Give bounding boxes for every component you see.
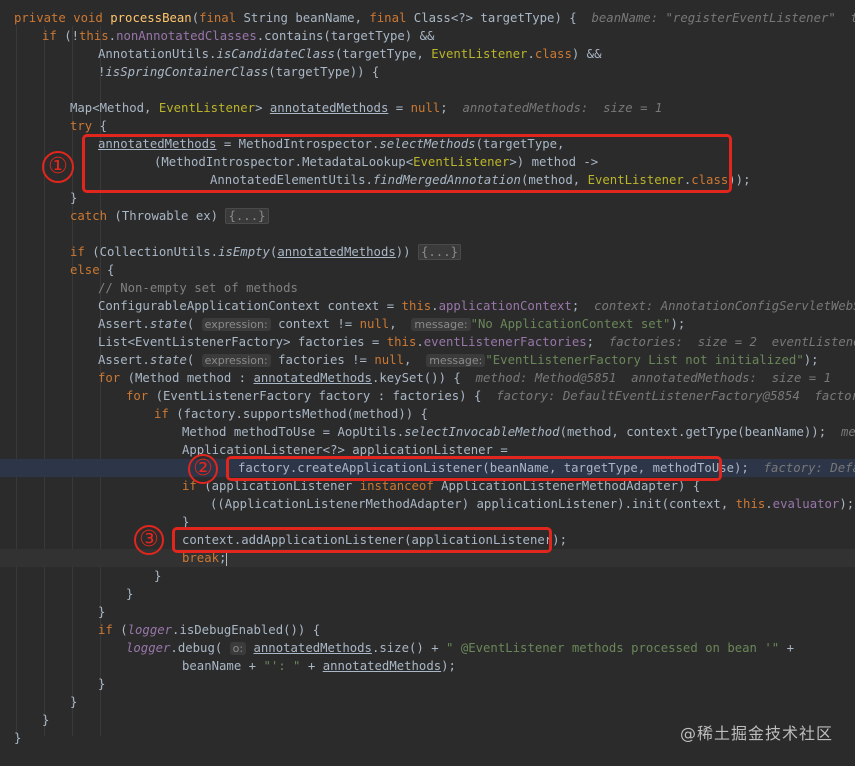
code-line-20: Assert.state( expression: factories != n… bbox=[98, 353, 819, 367]
code-line-15: else { bbox=[70, 263, 115, 277]
code-line-16: // Non-empty set of methods bbox=[98, 281, 298, 295]
debug-value-hint: context: AnnotationConfigServletWebServe… bbox=[594, 299, 855, 313]
code-line-23: if (factory.supportsMethod(method)) { bbox=[154, 407, 428, 421]
code-line-36: logger.debug( o: annotatedMethods.size()… bbox=[126, 641, 794, 655]
code-line-14: if (CollectionUtils.isEmpty(annotatedMet… bbox=[0, 243, 855, 261]
code-line-6: Map<Method, EventListener> annotatedMeth… bbox=[70, 101, 663, 115]
code-line-19: List<EventListenerFactory> factories = t… bbox=[0, 333, 855, 351]
code-line-38: } bbox=[98, 677, 106, 691]
code-line-4: !isSpringContainerClass(targetType)) { bbox=[98, 65, 380, 79]
text-caret bbox=[226, 551, 228, 566]
code-line-7: try { bbox=[70, 119, 108, 133]
code-line-2: if (!this.nonAnnotatedClasses.contains(t… bbox=[42, 29, 435, 43]
debug-value-hint: methodTo bbox=[840, 425, 855, 439]
folded-code-block[interactable]: {...} bbox=[418, 244, 462, 260]
code-line-22: for (EventListenerFactory factory : fact… bbox=[0, 387, 855, 405]
debug-value-hint: beanName: "registerEventListener" target… bbox=[591, 11, 855, 25]
code-line-17: ConfigurableApplicationContext context =… bbox=[0, 297, 855, 315]
marker-circle-2: ② bbox=[188, 454, 218, 484]
code-line-3: AnnotationUtils.isCandidateClass(targetT… bbox=[98, 47, 602, 61]
code-line-33: } bbox=[126, 587, 134, 601]
code-line-39: } bbox=[70, 695, 78, 709]
debug-value-hint: factory: DefaultEv bbox=[763, 461, 855, 475]
debug-value-hint: factories: size = 2 eventListenerFacto bbox=[608, 335, 855, 349]
debug-value-hint: method: Method@5851 annotatedMethods: si… bbox=[475, 371, 831, 385]
code-line-18: Assert.state( expression: context != nul… bbox=[98, 317, 686, 331]
highlight-box-3 bbox=[172, 527, 552, 553]
highlight-box-1 bbox=[82, 134, 732, 193]
parameter-hint: expression: bbox=[201, 354, 271, 367]
code-line-28: ((ApplicationListenerMethodAdapter) appl… bbox=[210, 497, 855, 511]
code-line-21: for (Method method : annotatedMethods.ke… bbox=[98, 371, 831, 385]
debug-value-hint: factory: DefaultEventListenerFactory@585… bbox=[496, 389, 855, 403]
code-line-34: } bbox=[98, 605, 106, 619]
folded-code-block[interactable]: {...} bbox=[225, 208, 269, 224]
code-line-37: beanName + "': " + annotatedMethods); bbox=[182, 659, 456, 673]
marker-circle-3: ③ bbox=[134, 525, 164, 555]
parameter-hint: expression: bbox=[201, 318, 271, 331]
code-line-12: catch (Throwable ex) {...} bbox=[0, 207, 855, 225]
debug-value-hint: annotatedMethods: size = 1 bbox=[462, 101, 663, 115]
parameter-hint: o: bbox=[229, 642, 247, 655]
code-editor[interactable]: private void processBean(final String be… bbox=[0, 0, 855, 766]
code-line-1: private void processBean(final String be… bbox=[0, 9, 855, 27]
code-line-24: Method methodToUse = AopUtils.selectInvo… bbox=[0, 423, 855, 441]
code-line-35: if (logger.isDebugEnabled()) { bbox=[98, 623, 321, 637]
parameter-hint: message: bbox=[426, 354, 486, 367]
watermark-text: @稀土掘金技术社区 bbox=[679, 724, 833, 743]
parameter-hint: message: bbox=[411, 318, 471, 331]
highlight-box-2 bbox=[226, 456, 722, 481]
marker-circle-1: ① bbox=[42, 151, 74, 183]
code-line-32: } bbox=[154, 569, 162, 583]
